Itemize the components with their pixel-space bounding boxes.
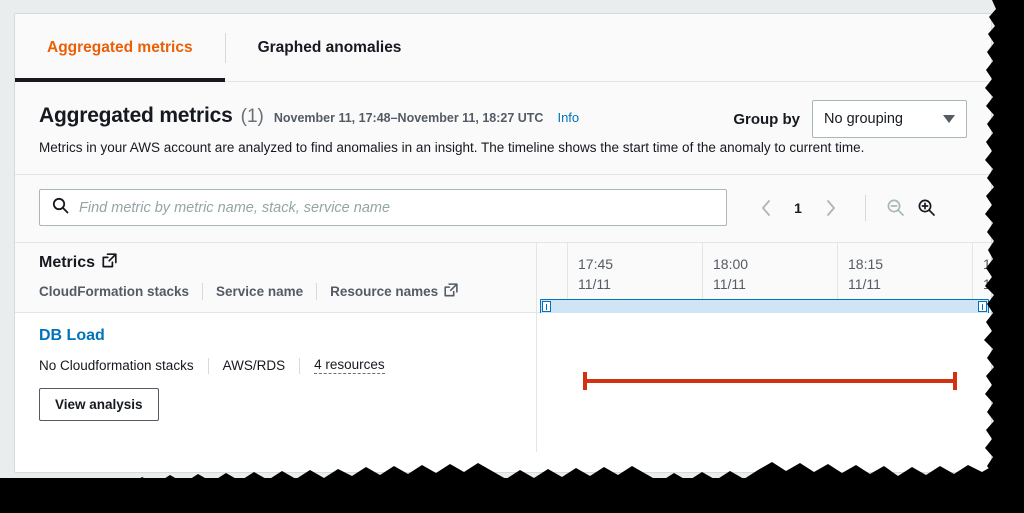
group-by-label: Group by	[733, 111, 800, 128]
cell-resource-names[interactable]: 4 resources	[314, 357, 385, 374]
tab-aggregated-metrics-label: Aggregated metrics	[47, 39, 193, 57]
tab-aggregated-metrics[interactable]: Aggregated metrics	[15, 14, 225, 81]
column-header-service-name-label: Service name	[216, 284, 303, 299]
chevron-right-icon[interactable]	[815, 193, 845, 223]
timeline-tick-date: 11/11	[983, 274, 991, 294]
timeline-tick-time: 18:30	[983, 254, 991, 274]
meta-divider	[208, 358, 209, 374]
timeline-tick-time: 18:00	[713, 254, 748, 274]
group-by-selected-value: No grouping	[824, 111, 903, 127]
timeline-tick-date: 11/11	[713, 274, 748, 294]
timeline-tick-time: 18:15	[848, 254, 883, 274]
pagination-divider	[865, 195, 866, 221]
column-divider	[202, 283, 203, 300]
search-icon	[52, 197, 69, 219]
tab-graphed-anomalies[interactable]: Graphed anomalies	[226, 14, 434, 81]
meta-divider	[299, 358, 300, 374]
cell-service-name: AWS/RDS	[223, 358, 286, 373]
group-by-select[interactable]: No grouping	[812, 100, 967, 138]
timeline-tick: 18:15 11/11	[837, 243, 883, 299]
timeline-tick-date: 11/11	[578, 274, 613, 294]
column-header-resource-names-label: Resource names	[330, 284, 438, 299]
zoom-out-icon[interactable]	[886, 198, 905, 217]
metrics-section-title[interactable]: Metrics	[39, 253, 512, 273]
timeline-axis: 17:45 11/11 18:00 11/11 18:15 11/11 18:3…	[537, 243, 991, 313]
timeline-tick: 18:00 11/11	[702, 243, 748, 299]
column-header-cloudformation-stacks-label: CloudFormation stacks	[39, 284, 189, 299]
panel-header: Aggregated metrics (1) November 11, 17:4…	[15, 82, 991, 175]
time-range-label: November 11, 17:48–November 11, 18:27 UT…	[274, 111, 544, 125]
group-by-control: Group by No grouping	[733, 100, 967, 138]
page-number[interactable]: 1	[787, 200, 809, 216]
metric-name-link[interactable]: DB Load	[39, 327, 512, 345]
view-analysis-button[interactable]: View analysis	[39, 388, 159, 421]
search-box[interactable]	[39, 189, 727, 226]
info-link[interactable]: Info	[557, 110, 579, 125]
timeline-tick: 18:30 11/11	[972, 243, 991, 299]
metrics-count: (1)	[241, 106, 264, 128]
external-link-icon[interactable]	[444, 283, 458, 300]
search-input[interactable]	[79, 200, 714, 216]
timeline-range-scrollbar[interactable]	[540, 299, 989, 314]
column-header-cloudformation-stacks: CloudFormation stacks	[39, 284, 189, 299]
column-header-resource-names: Resource names	[330, 283, 458, 300]
chevron-left-icon[interactable]	[751, 193, 781, 223]
table-row: DB Load No Cloudformation stacks AWS/RDS…	[15, 313, 536, 421]
zoom-controls	[886, 198, 936, 217]
chevron-down-icon	[943, 115, 955, 123]
pagination: 1	[751, 193, 936, 223]
timeline-body	[537, 313, 991, 451]
timeline-tick: 17:45 11/11	[567, 243, 613, 299]
external-link-icon	[102, 253, 117, 273]
timeline-tick-date: 11/11	[848, 274, 883, 294]
metrics-grid: Metrics CloudFormation stacks	[15, 243, 991, 452]
timeline-range-handle-right[interactable]	[978, 301, 987, 312]
cell-cloudformation-stacks: No Cloudformation stacks	[39, 358, 194, 373]
aggregated-metrics-card: Aggregated metrics Graphed anomalies Agg…	[14, 13, 992, 473]
zoom-in-icon[interactable]	[917, 198, 936, 217]
row-meta: No Cloudformation stacks AWS/RDS 4 resou…	[39, 357, 512, 374]
metrics-table: Metrics CloudFormation stacks	[15, 243, 536, 452]
filter-row: 1	[15, 175, 991, 243]
column-header-service-name: Service name	[216, 284, 303, 299]
metrics-section-title-label: Metrics	[39, 254, 95, 272]
metrics-table-header: Metrics CloudFormation stacks	[15, 243, 536, 313]
timeline-tick-time: 17:45	[578, 254, 613, 274]
tab-bar: Aggregated metrics Graphed anomalies	[15, 14, 991, 82]
anomaly-duration-bar[interactable]	[583, 379, 957, 383]
column-headers: CloudFormation stacks Service name Resou…	[39, 283, 512, 300]
column-divider	[316, 283, 317, 300]
timeline-range-handle-left[interactable]	[542, 301, 551, 312]
tab-graphed-anomalies-label: Graphed anomalies	[258, 39, 402, 57]
timeline: 17:45 11/11 18:00 11/11 18:15 11/11 18:3…	[537, 243, 991, 452]
page-title: Aggregated metrics	[39, 104, 233, 128]
panel-description: Metrics in your AWS account are analyzed…	[39, 138, 939, 158]
